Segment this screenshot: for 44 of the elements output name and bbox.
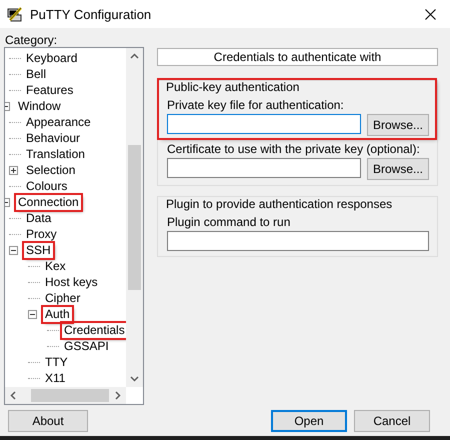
vertical-scrollbar[interactable] [126,48,143,387]
tree-item[interactable]: Auth [43,306,72,322]
close-icon[interactable] [425,8,436,20]
tree-item[interactable]: Kex [43,258,68,274]
tree-item[interactable]: Appearance [24,114,93,130]
tree-item[interactable]: Selection [24,162,78,178]
tree-item[interactable]: Bell [24,66,48,82]
tree-item[interactable]: Cipher [43,290,82,306]
tree-item[interactable]: Keyboard [24,50,80,66]
text-field[interactable] [167,158,361,178]
tree-item[interactable]: TTY [43,354,70,370]
field-label: Certificate to use with the private key (optional): [167,142,421,157]
tree-item[interactable]: Data [24,210,54,226]
tree-item[interactable]: Features [24,82,76,98]
window-title: PuTTY Configuration [30,6,152,22]
tree-item[interactable]: Window [16,98,63,114]
tree-item[interactable]: Behaviour [24,130,82,146]
tree-item[interactable]: SSH [24,242,53,258]
group-title: Public-key authentication [164,81,302,94]
tree-item[interactable]: Translation [24,146,87,162]
tree-item[interactable]: Credentials [62,322,126,338]
expand-icon[interactable] [9,166,18,174]
browse-button[interactable]: Browse... [367,158,429,180]
dialog-button[interactable]: Cancel [354,410,430,432]
dialog-button[interactable]: About [8,410,88,432]
browse-button[interactable]: Browse... [367,114,429,136]
horizontal-scrollbar[interactable] [5,387,126,404]
group-title: Plugin to provide authentication responses [164,198,394,211]
app-icon [7,6,23,22]
tree-item[interactable]: Proxy [24,226,59,242]
text-field[interactable] [167,114,361,134]
section-header: Credentials to authenticate with [157,48,438,66]
tree-item[interactable]: Colours [24,178,70,194]
category-label: Category: [4,32,58,47]
field-label: Plugin command to run [167,215,292,230]
collapse-icon[interactable] [9,246,18,254]
tree-item[interactable]: Connection [16,194,81,210]
text-field[interactable] [167,231,429,251]
tree-item[interactable]: Host keys [43,274,100,290]
tree-item[interactable]: GSSAPI [62,338,111,354]
dialog-button[interactable]: Open [271,410,347,432]
tree-item[interactable]: X11 [43,370,68,386]
field-label: Private key file for authentication: [167,98,345,113]
collapse-icon[interactable] [28,310,37,318]
